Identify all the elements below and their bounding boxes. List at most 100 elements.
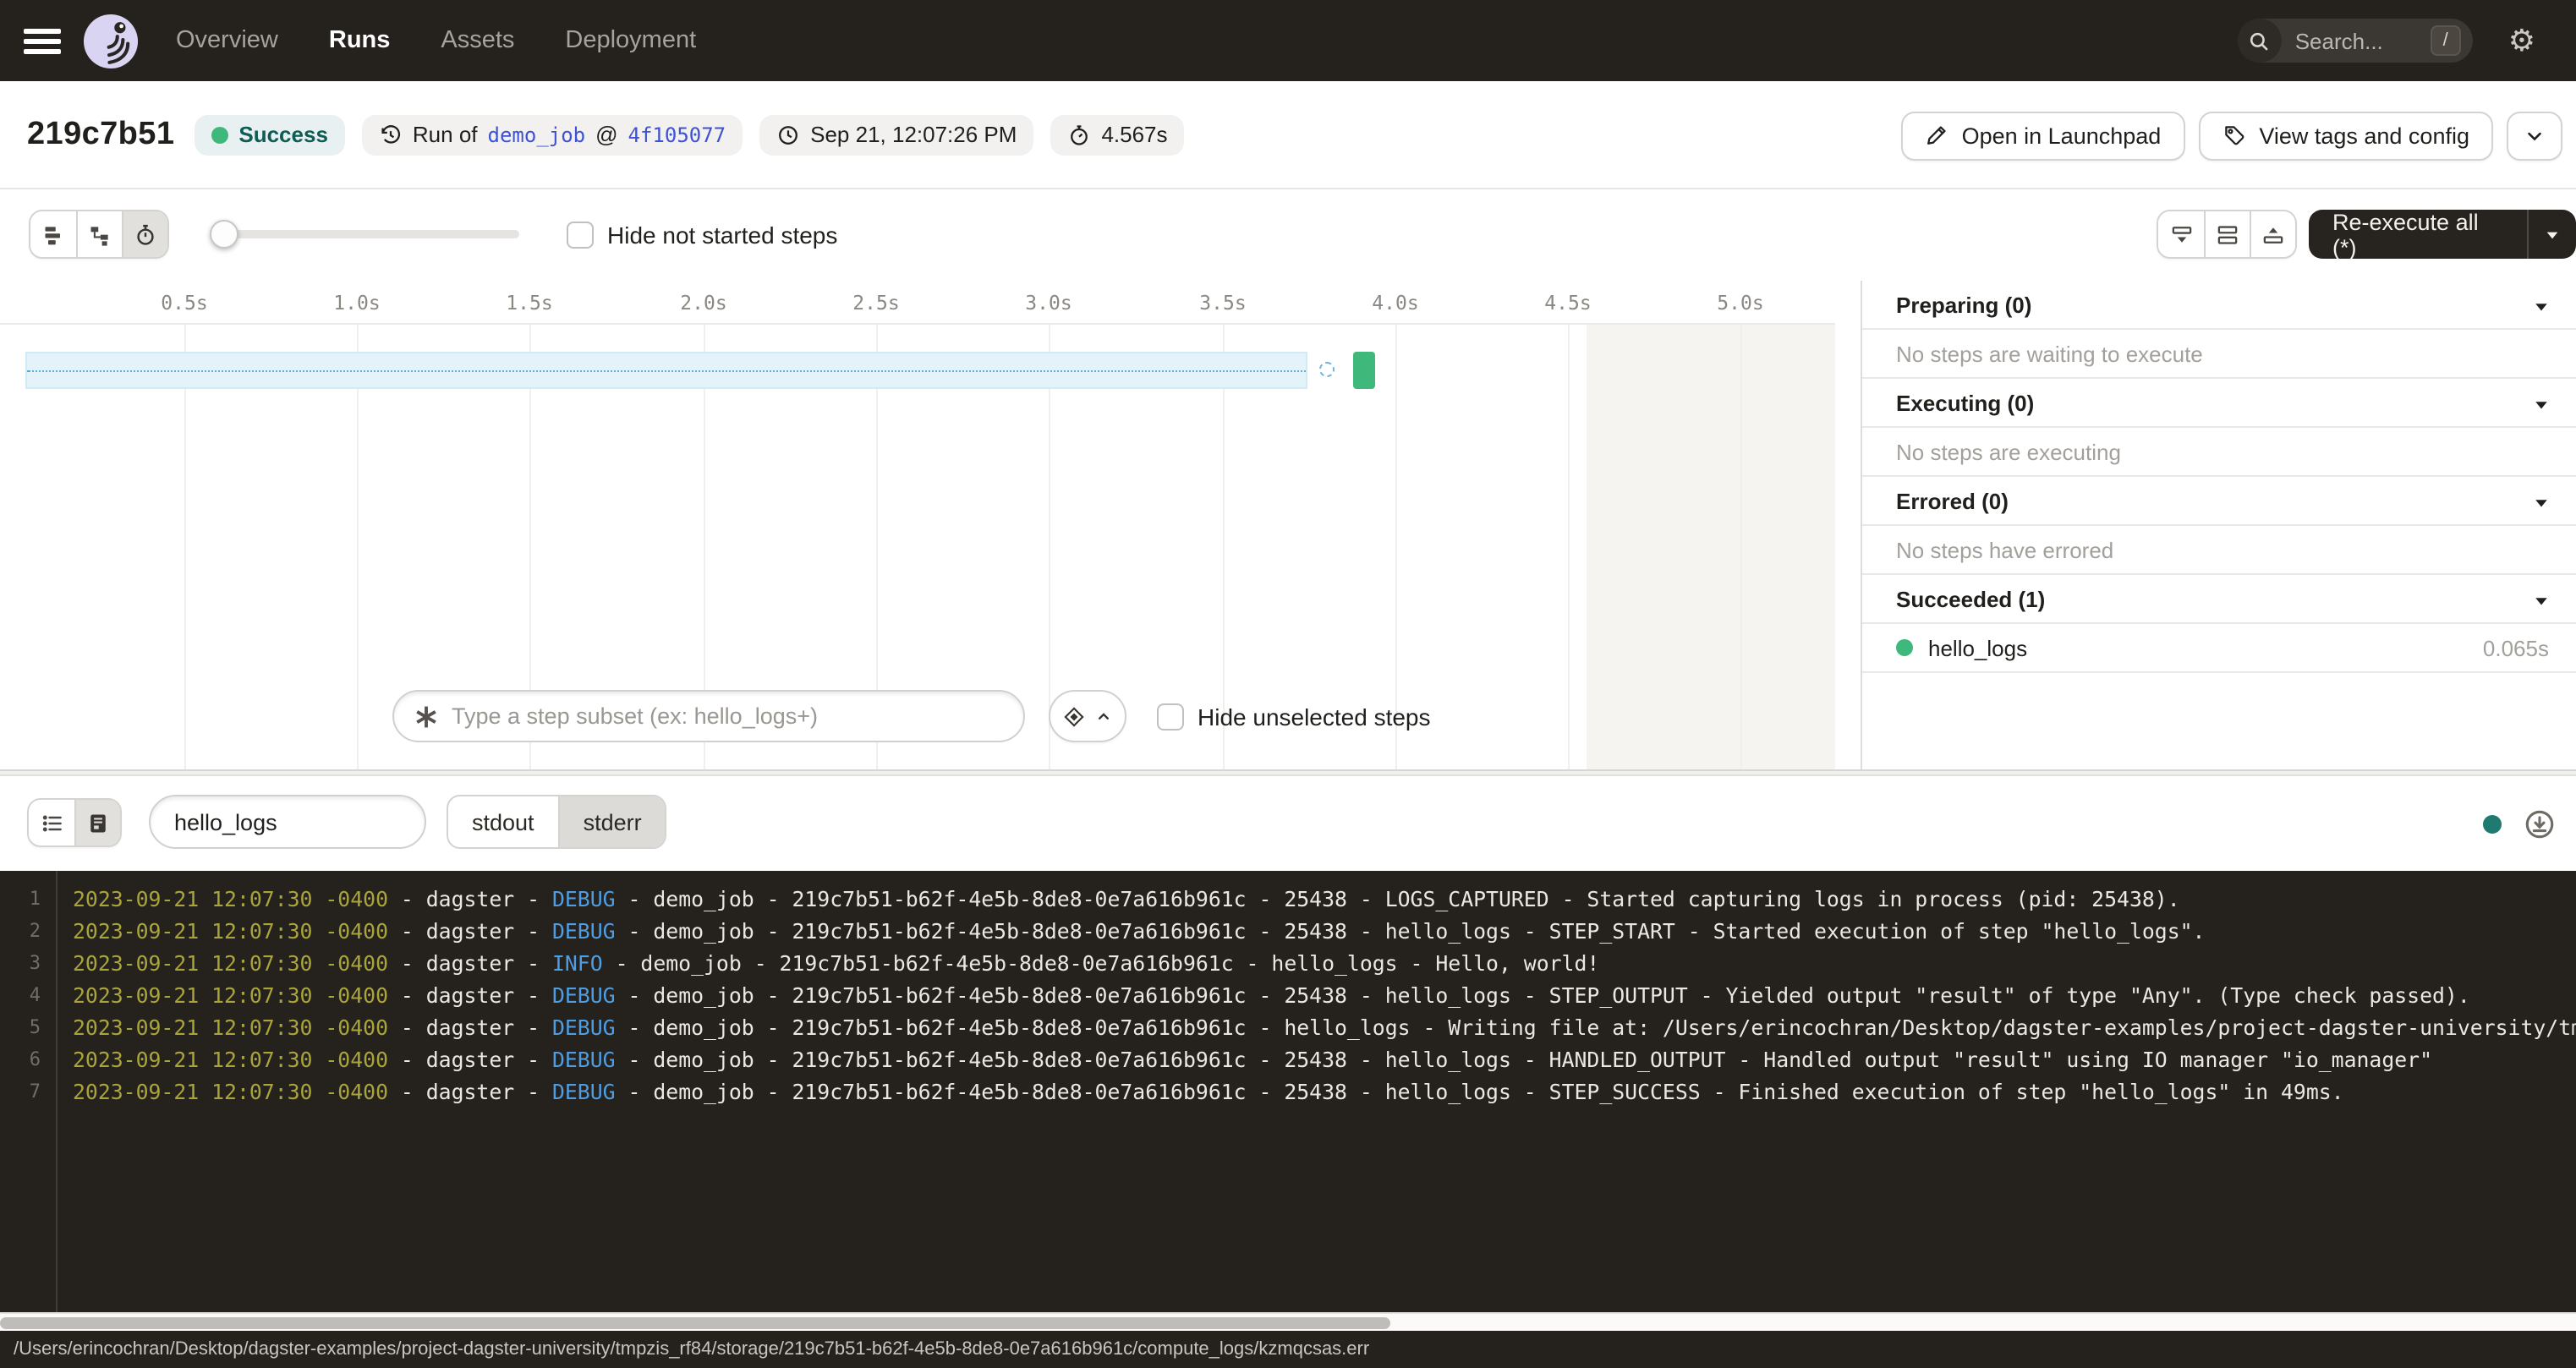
gear-icon[interactable]: ⚙ [2508,25,2535,56]
caret-down-icon [2534,594,2549,609]
nav-item-overview[interactable]: Overview [176,27,278,54]
step-waiting-band [25,352,1307,389]
section-succeeded[interactable]: Succeeded (1) [1862,575,2576,624]
download-log-icon[interactable] [2524,807,2556,840]
waterfall-view-icon [88,222,112,246]
at-symbol: @ [595,122,617,147]
gantt-waterfall-view-button[interactable] [76,211,122,257]
gantt-view-mode-group [29,210,169,259]
tag-icon [2222,123,2245,147]
chevron-down-icon [2524,124,2546,146]
step-name-label: hello_logs [1928,635,2027,660]
step-bar-hello-logs[interactable] [1353,352,1375,389]
stdout-stderr-tabs: stdout stderr [447,795,667,849]
axis-tick: 4.0s [1372,291,1418,315]
section-executing-title: Executing (0) [1896,390,2034,415]
split-panels-button[interactable] [2204,211,2250,257]
primary-nav: Overview Runs Assets Deployment [176,27,696,54]
axis-tick: 1.0s [333,291,380,315]
job-link[interactable]: demo_job [488,123,586,146]
commit-link[interactable]: 4f105077 [628,123,726,146]
log-line: 52023-09-21 12:07:30 -0400 - dagster - D… [0,1011,2576,1043]
log-line: 62023-09-21 12:07:30 -0400 - dagster - D… [0,1043,2576,1075]
step-status-panel: Preparing (0) No steps are waiting to ex… [1861,281,2576,769]
timestamp-pill: Sep 21, 12:07:26 PM [759,114,1033,155]
dagster-run-page: Overview Runs Assets Deployment Search..… [0,0,2576,1368]
slider-handle[interactable] [210,220,238,249]
step-subset-input-wrap [392,690,1025,742]
open-in-launchpad-button[interactable]: Open in Launchpad [1901,111,2185,160]
step-subset-input[interactable] [452,703,993,729]
step-duration-label: 0.065s [2483,635,2549,660]
tab-stdout[interactable]: stdout [448,796,558,847]
flat-view-icon [41,222,65,246]
axis-tick: 2.0s [680,291,726,315]
section-preparing[interactable]: Preparing (0) [1862,281,2576,330]
op-selector-icon [414,704,438,728]
section-errored-title: Errored (0) [1896,488,2009,513]
axis-tick: 1.5s [506,291,552,315]
collapse-bottom-panel-button[interactable] [2158,211,2204,257]
caret-down-icon [2534,299,2549,315]
caret-down-icon [2544,226,2561,243]
log-stream-status-dot [2483,814,2502,833]
nav-item-deployment[interactable]: Deployment [565,27,696,54]
scrollbar-thumb[interactable] [0,1317,1391,1329]
raw-log-view-button[interactable] [74,800,120,845]
section-preparing-title: Preparing (0) [1896,292,2031,317]
raw-log-viewer: 12023-09-21 12:07:30 -0400 - dagster - D… [0,871,2576,1312]
expand-top-panel-button[interactable] [2250,211,2295,257]
hide-not-started-checkbox[interactable] [567,222,594,249]
clock-icon [776,123,800,146]
hamburger-menu-icon[interactable] [24,28,61,53]
structured-log-view-button[interactable] [29,800,74,845]
search-input[interactable]: Search... / [2238,19,2473,63]
list-icon [40,811,63,834]
view-tags-config-button[interactable]: View tags and config [2198,111,2493,160]
run-id-title: 219c7b51 [27,116,174,153]
split-panels-icon [2216,222,2239,246]
gantt-toolbar: Hide not started steps Re-execute all (*… [0,189,2576,281]
step-success-dot-icon [1896,639,1913,656]
gantt-timed-view-button[interactable] [122,211,167,257]
step-subset-row: Hide unselected steps [0,690,1835,747]
open-in-launchpad-label: Open in Launchpad [1962,123,2162,148]
gantt-time-axis: 0.5s 1.0s 1.5s 2.0s 2.5s 3.0s 3.5s 4.0s … [0,281,1835,325]
hide-not-started-label: Hide not started steps [607,222,837,249]
log-line: 42023-09-21 12:07:30 -0400 - dagster - D… [0,979,2576,1011]
search-shortcut-key: / [2431,25,2461,56]
search-placeholder: Search... [2295,28,2383,53]
gantt-zoom-slider[interactable] [210,230,519,238]
section-divider [0,769,2576,776]
graph-query-toggle-button[interactable] [1049,690,1126,742]
section-executing[interactable]: Executing (0) [1862,379,2576,428]
run-actions-dropdown-button[interactable] [2507,111,2562,160]
step-row-hello-logs[interactable]: hello_logs 0.065s [1862,624,2576,673]
log-view-mode-group [27,798,122,847]
collapse-down-icon [2169,222,2193,246]
section-errored[interactable]: Errored (0) [1862,477,2576,526]
nav-item-runs[interactable]: Runs [329,27,391,54]
run-of-label: Run of [413,122,478,147]
history-icon [379,123,403,146]
nav-item-assets[interactable]: Assets [441,27,514,54]
section-preparing-empty: No steps are waiting to execute [1862,330,2576,379]
reexecute-button-group: Re-execute all (*) [2309,210,2576,259]
timestamp-label: Sep 21, 12:07:26 PM [810,122,1017,147]
status-badge: Success [195,114,345,155]
section-errored-empty: No steps have errored [1862,526,2576,575]
log-filter-input[interactable] [174,809,401,834]
log-line: 12023-09-21 12:07:30 -0400 - dagster - D… [0,883,2576,915]
log-toolbar: stdout stderr [0,776,2576,871]
gantt-flat-view-button[interactable] [30,211,76,257]
reexecute-all-button[interactable]: Re-execute all (*) [2309,210,2527,259]
section-executing-empty: No steps are executing [1862,428,2576,477]
reexecute-dropdown-button[interactable] [2527,210,2576,259]
hide-unselected-checkbox[interactable] [1157,703,1184,731]
search-icon [2238,19,2282,63]
expand-up-icon [2261,222,2285,246]
tab-stderr[interactable]: stderr [558,796,666,847]
status-label: Success [238,122,328,147]
dagster-logo-icon[interactable] [83,13,139,68]
log-line: 32023-09-21 12:07:30 -0400 - dagster - I… [0,947,2576,979]
